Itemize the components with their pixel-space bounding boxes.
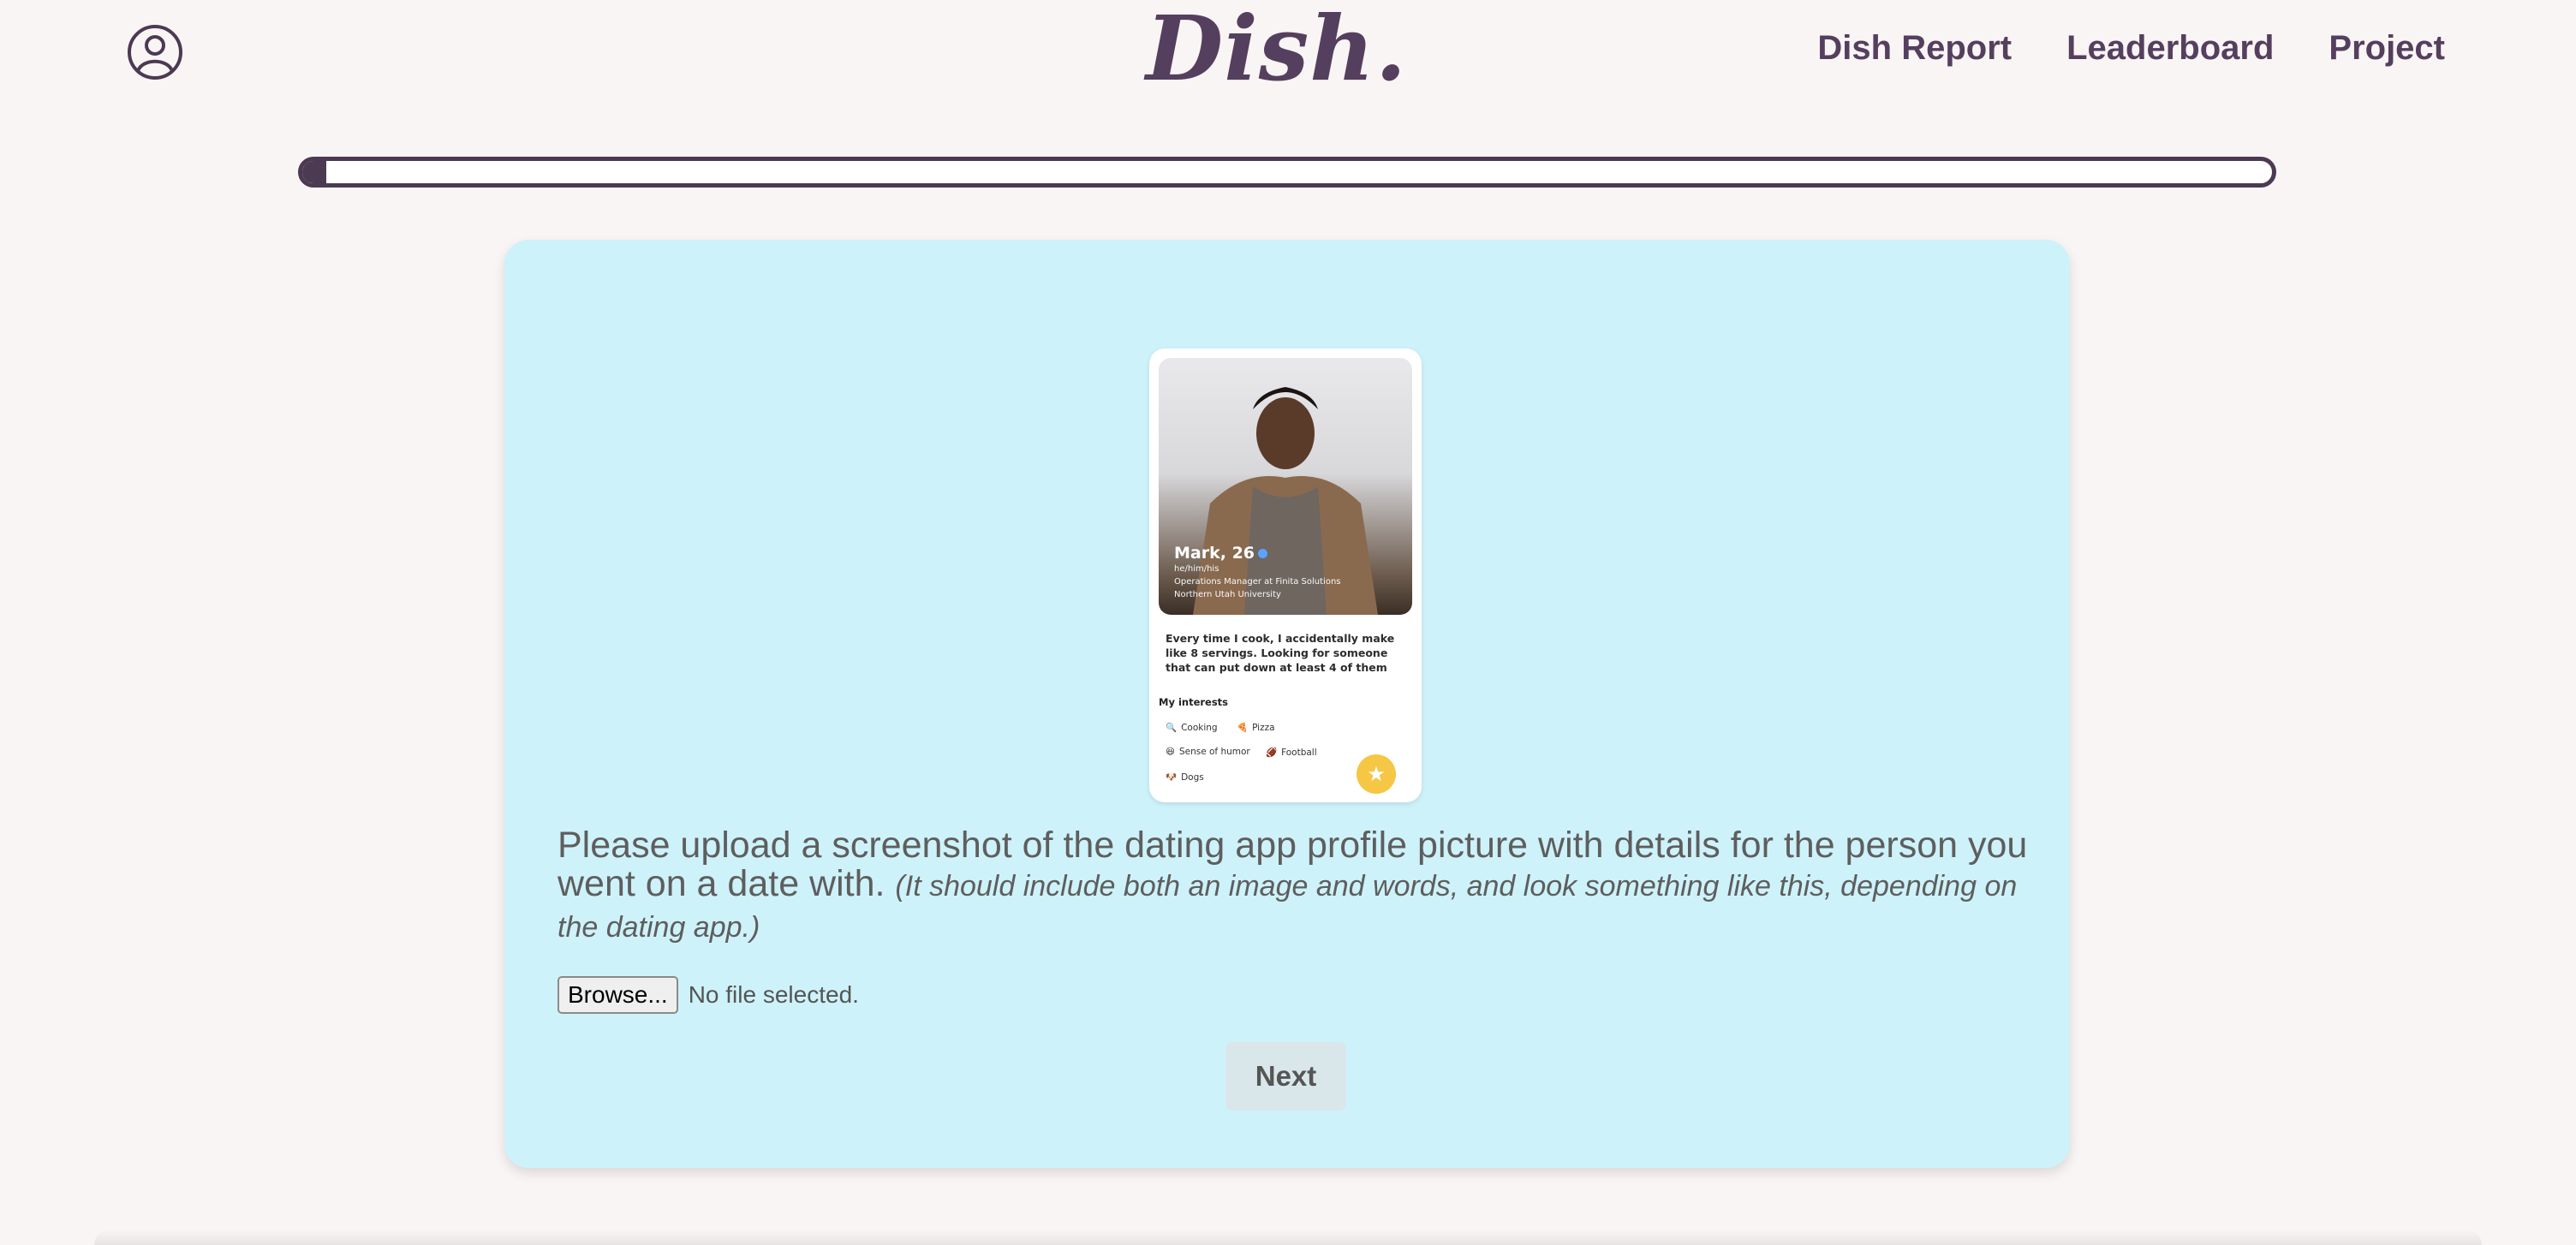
example-interests-title: My interests	[1159, 696, 1229, 708]
interest-chip: 🍕 Pizza	[1237, 723, 1275, 733]
example-pronouns: he/him/his	[1174, 564, 1219, 574]
header: Dish. Dish Report Leaderboard Project	[0, 0, 2576, 111]
football-icon: 🏈	[1266, 748, 1278, 758]
logo[interactable]: Dish.	[1146, 2, 1406, 96]
example-profile-image: Mark, 26 he/him/his Operations Manager a…	[1149, 348, 1422, 802]
nav-dish-report[interactable]: Dish Report	[1817, 29, 2012, 68]
dog-icon: 🐶	[1166, 772, 1178, 783]
file-status: No file selected.	[688, 981, 859, 1008]
example-caption: Mark, 26 he/him/his Operations Manager a…	[1174, 544, 1341, 601]
interest-chip: 🏈 Football	[1266, 748, 1317, 758]
laughing-icon: 😆	[1166, 747, 1175, 757]
nav-leaderboard[interactable]: Leaderboard	[2066, 29, 2274, 68]
magnifier-icon: 🔍	[1166, 723, 1178, 733]
example-job: Operations Manager at Finita Solutions	[1174, 577, 1341, 587]
profile-button[interactable]	[127, 24, 183, 80]
pizza-icon: 🍕	[1237, 723, 1249, 733]
example-school: Northern Utah University	[1174, 590, 1281, 599]
interest-chip: 🔍 Cooking	[1166, 723, 1218, 733]
star-icon: ★	[1357, 754, 1396, 794]
upload-instruction: Please upload a screenshot of the dating…	[558, 826, 2030, 947]
example-profile-photo: Mark, 26 he/him/his Operations Manager a…	[1159, 358, 1412, 615]
user-circle-icon	[128, 25, 182, 80]
nav-project[interactable]: Project	[2329, 29, 2445, 68]
example-name: Mark, 26	[1174, 544, 1255, 563]
browse-button[interactable]: Browse...	[558, 976, 678, 1014]
verified-icon	[1258, 549, 1268, 558]
example-bio: Every time I cook, I accidentally make l…	[1166, 632, 1395, 674]
interest-chip: 😆 Sense of humor	[1166, 747, 1250, 757]
upload-card: Mark, 26 he/him/his Operations Manager a…	[504, 240, 2070, 1168]
footer-edge	[94, 1230, 2482, 1245]
next-button[interactable]: Next	[1225, 1042, 1346, 1111]
interest-chip: 🐶 Dogs	[1166, 772, 1204, 783]
file-input: Browse... No file selected.	[558, 976, 859, 1014]
progress-bar	[298, 157, 2276, 188]
progress-fill	[302, 161, 326, 183]
main-nav: Dish Report Leaderboard Project	[1817, 29, 2445, 68]
